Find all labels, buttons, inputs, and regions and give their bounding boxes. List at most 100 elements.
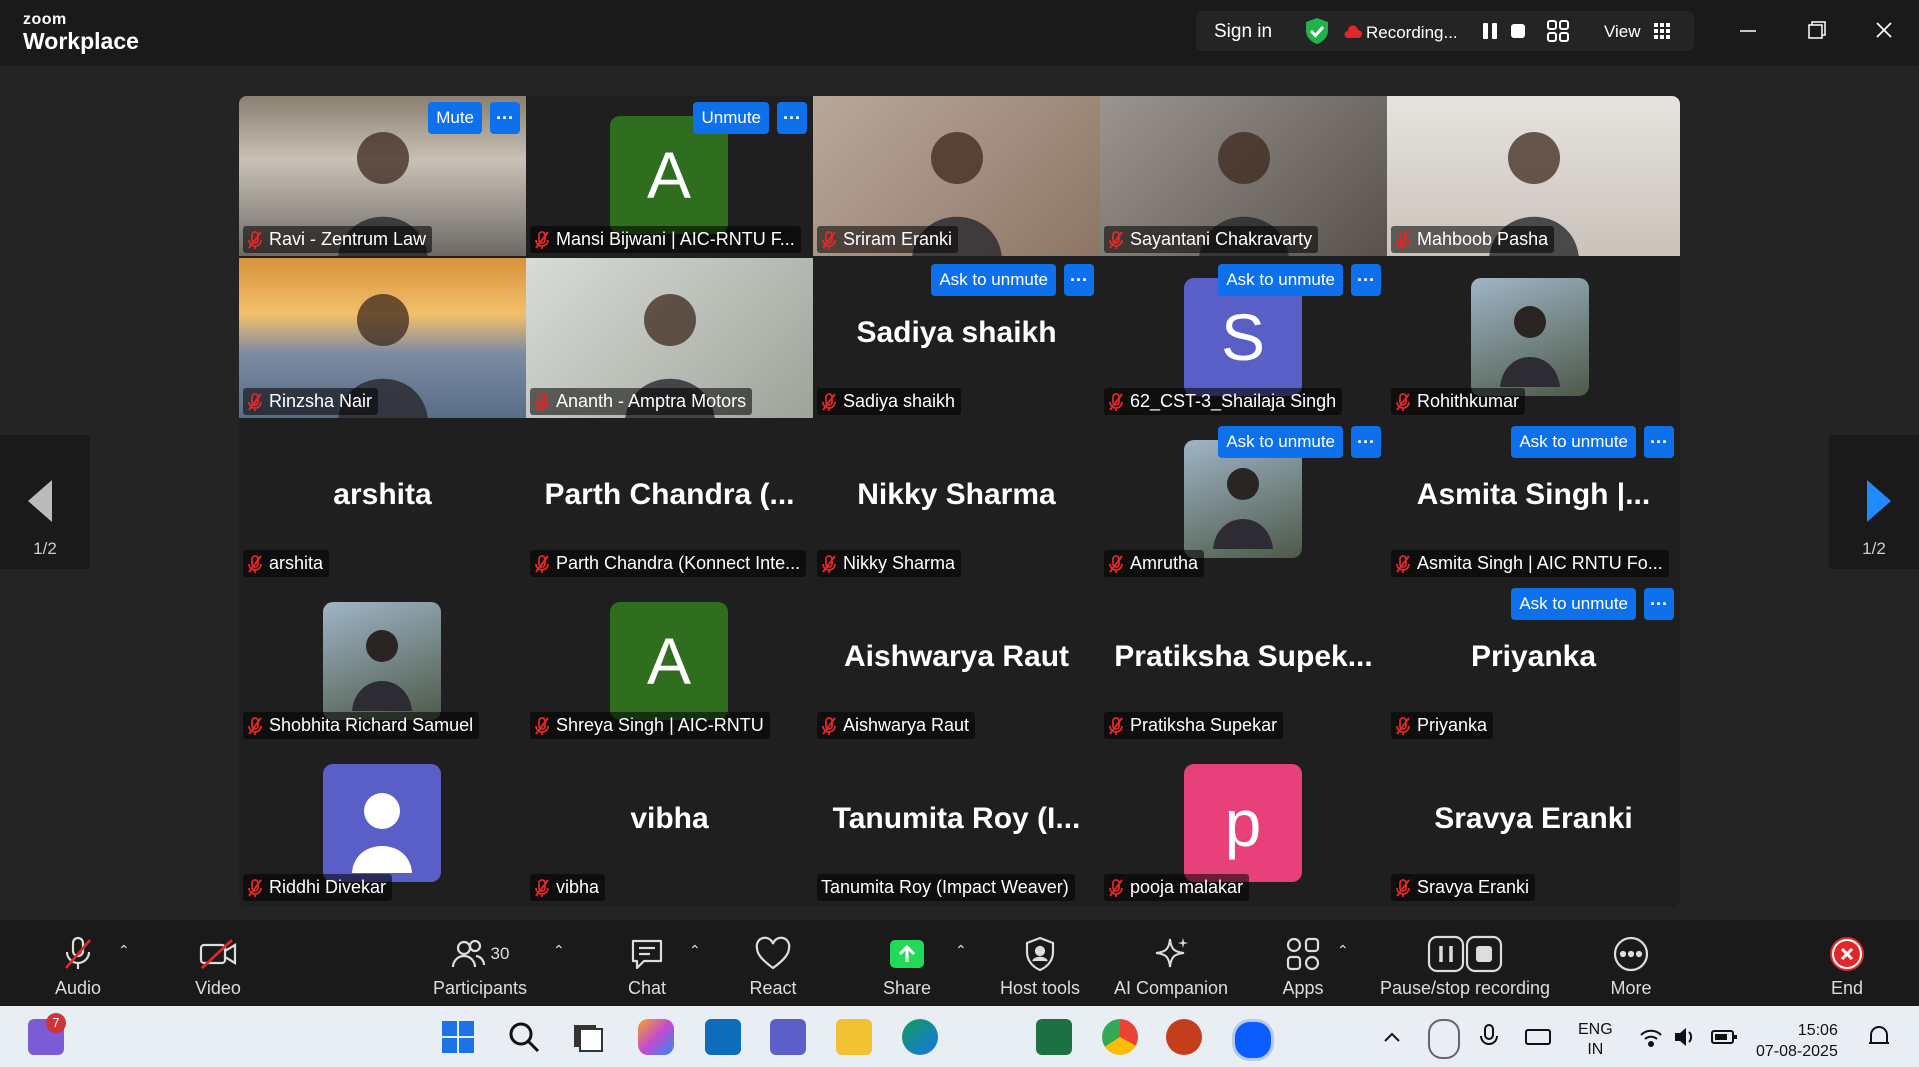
- participant-name: Shobhita Richard Samuel: [269, 715, 474, 735]
- participant-tile[interactable]: Pratiksha Supek... Pratiksha Supekar: [1100, 582, 1387, 742]
- participant-tile[interactable]: vibha vibha: [526, 744, 813, 904]
- participant-mute-control-button[interactable]: Unmute: [693, 102, 769, 134]
- ai-companion-button[interactable]: AI Companion: [1108, 934, 1234, 999]
- participant-tile[interactable]: Sravya Eranki Sravya Eranki: [1387, 744, 1680, 904]
- share-options-caret-icon[interactable]: ⌃: [955, 942, 967, 959]
- participant-more-button[interactable]: ···: [1064, 264, 1094, 296]
- encryption-shield-icon[interactable]: [1304, 17, 1330, 50]
- react-button[interactable]: React: [738, 934, 808, 999]
- muted-microphone-icon: [46, 934, 110, 974]
- participant-tile[interactable]: Sriram Eranki: [813, 96, 1100, 256]
- participant-tile[interactable]: Rohithkumar: [1387, 258, 1680, 418]
- participant-mute-control-button[interactable]: Ask to unmute: [931, 264, 1056, 296]
- microphone-tray-icon[interactable]: [1476, 1019, 1504, 1055]
- sync-icon[interactable]: [1428, 1019, 1460, 1059]
- audio-options-caret-icon[interactable]: ⌃: [118, 942, 130, 959]
- participant-more-button[interactable]: ···: [1351, 426, 1381, 458]
- keyboard-icon[interactable]: [1524, 1019, 1552, 1055]
- participant-tile[interactable]: Rinzsha Nair: [239, 258, 526, 418]
- participant-tile[interactable]: Mahboob Pasha: [1387, 96, 1680, 256]
- participant-mute-control-button[interactable]: Ask to unmute: [1511, 426, 1636, 458]
- chat-options-caret-icon[interactable]: ⌃: [689, 942, 701, 959]
- view-button[interactable]: View: [1604, 22, 1671, 42]
- pause-recording-icon[interactable]: [1478, 19, 1502, 43]
- participant-more-button[interactable]: ···: [490, 102, 520, 134]
- sign-in-button[interactable]: Sign in: [1214, 21, 1272, 43]
- participant-tile[interactable]: Ananth - Amptra Motors: [526, 258, 813, 418]
- show-hidden-icons-chevron-icon[interactable]: [1380, 1019, 1404, 1055]
- more-button[interactable]: More: [1596, 934, 1666, 999]
- share-button[interactable]: Share: [872, 934, 942, 999]
- recording-status[interactable]: Recording...: [1344, 23, 1458, 43]
- wifi-icon[interactable]: [1638, 1019, 1664, 1055]
- profile-photo: [1471, 278, 1589, 396]
- participant-more-button[interactable]: ···: [777, 102, 807, 134]
- end-meeting-button[interactable]: End: [1812, 934, 1882, 999]
- microsoft-store-icon[interactable]: [705, 1019, 741, 1055]
- participant-name: Asmita Singh | AIC RNTU Fo...: [1417, 553, 1663, 573]
- participants-options-caret-icon[interactable]: ⌃: [553, 942, 565, 959]
- copilot-icon[interactable]: [638, 1019, 674, 1055]
- participant-tile[interactable]: A ··· Unmute Mansi Bijwani | AIC-RNTU F...: [526, 96, 813, 256]
- participant-more-button[interactable]: ···: [1351, 264, 1381, 296]
- teams-icon[interactable]: [770, 1019, 806, 1055]
- participant-mute-control-button[interactable]: Mute: [428, 102, 482, 134]
- restore-icon[interactable]: [1796, 16, 1836, 46]
- participant-tile[interactable]: Nikky Sharma Nikky Sharma: [813, 420, 1100, 580]
- pause-stop-recording-button[interactable]: Pause/stop recording: [1374, 934, 1556, 999]
- windows-start-icon[interactable]: [440, 1019, 476, 1055]
- participant-tile[interactable]: Sadiya shaikh ··· Ask to unmute Sadiya shai…: [813, 258, 1100, 418]
- participant-more-button[interactable]: ···: [1644, 588, 1674, 620]
- next-page-button[interactable]: 1/2: [1829, 435, 1919, 569]
- participant-tile[interactable]: S ··· Ask to unmute 62_CST-3_Shailaja Singh: [1100, 258, 1387, 418]
- previous-page-button[interactable]: 1/2: [0, 435, 90, 569]
- video-button[interactable]: Video: [186, 934, 250, 999]
- participant-name-label: Shobhita Richard Samuel: [243, 712, 480, 739]
- participant-tile[interactable]: p pooja malakar: [1100, 744, 1387, 904]
- volume-icon[interactable]: [1672, 1019, 1698, 1055]
- participant-tile[interactable]: ··· Ask to unmute Amrutha: [1100, 420, 1387, 580]
- participant-tile[interactable]: Riddhi Divekar: [239, 744, 526, 904]
- zoom-taskbar-icon[interactable]: [1232, 1019, 1274, 1061]
- file-explorer-icon[interactable]: [836, 1019, 872, 1055]
- audio-button[interactable]: Audio: [46, 934, 110, 999]
- battery-icon[interactable]: [1710, 1019, 1738, 1055]
- participant-tile[interactable]: Asmita Singh |... ··· Ask to unmute Asmita …: [1387, 420, 1680, 580]
- apps-grid-icon[interactable]: [1546, 19, 1570, 48]
- participant-tile[interactable]: arshita arshita: [239, 420, 526, 580]
- powerpoint-icon[interactable]: [1166, 1019, 1202, 1055]
- participant-mute-control-button[interactable]: Ask to unmute: [1218, 264, 1343, 296]
- participant-tile[interactable]: Sayantani Chakravarty: [1100, 96, 1387, 256]
- participant-more-button[interactable]: ···: [1644, 426, 1674, 458]
- muted-mic-icon: [1109, 878, 1123, 897]
- close-icon[interactable]: [1864, 16, 1904, 46]
- participant-tile[interactable]: Shobhita Richard Samuel: [239, 582, 526, 742]
- task-view-icon[interactable]: [570, 1019, 606, 1055]
- host-tools-button[interactable]: Host tools: [994, 934, 1086, 999]
- chrome-icon[interactable]: [1102, 1019, 1138, 1055]
- excel-icon[interactable]: [1036, 1019, 1072, 1055]
- participant-tile[interactable]: Aishwarya Raut Aishwarya Raut: [813, 582, 1100, 742]
- notifications-bell-icon[interactable]: [1864, 1019, 1894, 1055]
- search-icon[interactable]: [506, 1019, 542, 1055]
- participant-mute-control-button[interactable]: Ask to unmute: [1218, 426, 1343, 458]
- participant-tile[interactable]: Parth Chandra (... Parth Chandra (Konnect…: [526, 420, 813, 580]
- apps-options-caret-icon[interactable]: ⌃: [1337, 942, 1349, 959]
- participants-button[interactable]: 30 Participants: [430, 934, 530, 999]
- apps-button[interactable]: Apps: [1268, 934, 1338, 999]
- minimize-icon[interactable]: [1728, 16, 1768, 46]
- participant-tile[interactable]: A Shreya Singh | AIC-RNTU: [526, 582, 813, 742]
- participant-mute-control-button[interactable]: Ask to unmute: [1511, 588, 1636, 620]
- edge-browser-icon[interactable]: [902, 1019, 938, 1055]
- chat-button[interactable]: Chat: [612, 934, 682, 999]
- participants-label: Participants: [432, 978, 528, 998]
- host-shield-icon: [994, 934, 1086, 974]
- participant-tile[interactable]: ··· Mute Ravi - Zentrum Law: [239, 96, 526, 256]
- participant-tile[interactable]: Tanumita Roy (I... Tanumita Roy (Impact W…: [813, 744, 1100, 904]
- muted-mic-icon: [822, 230, 836, 249]
- teams-chat-icon[interactable]: 7: [28, 1013, 66, 1055]
- input-language[interactable]: ENG IN: [1578, 1020, 1613, 1060]
- system-clock[interactable]: 15:06 07-08-2025: [1756, 1020, 1838, 1062]
- stop-recording-icon[interactable]: [1506, 19, 1530, 43]
- participant-tile[interactable]: Priyanka ··· Ask to unmute Priyanka: [1387, 582, 1680, 742]
